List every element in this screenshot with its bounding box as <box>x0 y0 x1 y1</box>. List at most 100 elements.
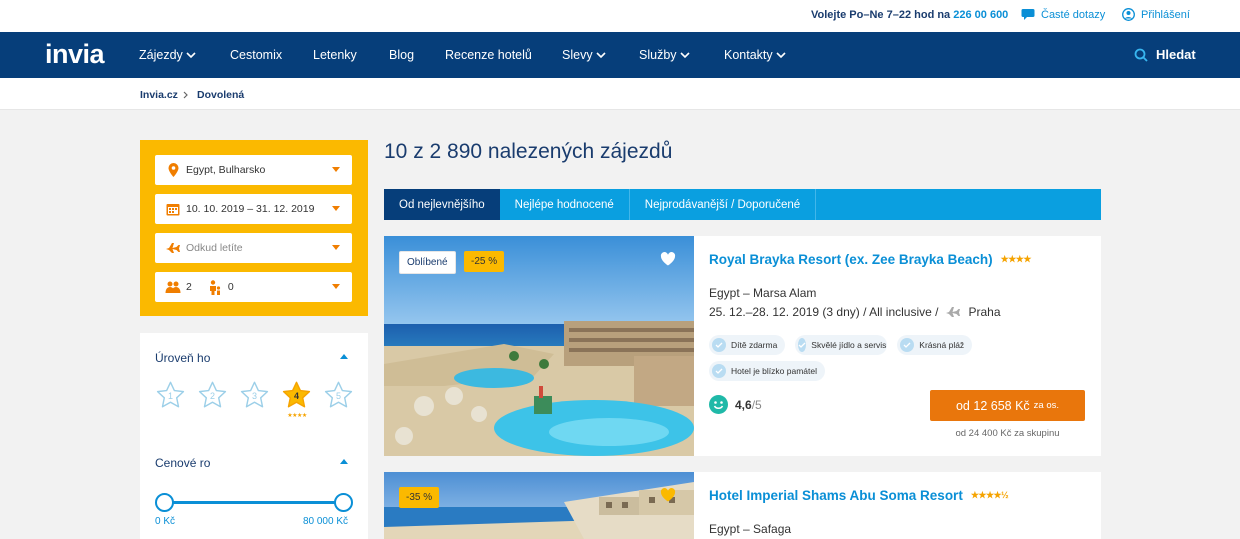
tag-label: Skvělé jídlo a servis <box>811 340 887 350</box>
nav-label: Služby <box>639 48 677 62</box>
invia-logo[interactable]: invia <box>45 39 105 70</box>
breadcrumb-current[interactable]: Dovolená <box>197 89 244 101</box>
chat-icon <box>1021 9 1035 20</box>
chevron-down-icon <box>776 51 786 58</box>
tag-item: Dítě zdarma <box>709 335 786 355</box>
discount-badge: -35 % <box>399 487 440 508</box>
rating-max: /5 <box>751 397 762 412</box>
nav-item-kontakty[interactable]: Kontakty <box>724 48 786 62</box>
hotel-level-title[interactable]: Úroveň ho <box>155 351 210 365</box>
faq-label: Časté dotazy <box>1041 8 1106 21</box>
collapse-arrow-icon[interactable] <box>340 354 348 359</box>
nav-item-blog[interactable]: Blog <box>389 48 414 62</box>
hotel-card[interactable]: -35 % Hotel Imperial Shams Abu Soma Reso… <box>384 472 1101 539</box>
tag-label: Krásná pláž <box>919 340 965 350</box>
nav-item-recenze[interactable]: Recenze hotelů <box>445 48 532 62</box>
nav-label: Zájezdy <box>139 48 183 62</box>
discount-badge: -25 % <box>464 251 505 272</box>
heart-icon[interactable] <box>660 488 676 502</box>
location-pin-icon <box>165 163 181 177</box>
group-price: od 24 400 Kč za skupinu <box>955 428 1060 439</box>
breadcrumb-home[interactable]: Invia.cz <box>140 89 178 101</box>
adults-count: 2 <box>186 281 192 293</box>
tag-item: Krásná pláž <box>897 335 973 355</box>
search-label: Hledat <box>1156 47 1196 62</box>
hotel-name-link[interactable]: Hotel Imperial Shams Abu Soma Resort ★★★… <box>709 488 1009 503</box>
smiley-icon <box>709 395 728 414</box>
caret-down-icon <box>332 245 340 250</box>
departure-airport: Praha <box>968 305 1001 319</box>
sidebar-filters: Úroveň ho 1 2 3 4 ★★★★ 5 Cenové ro 0 Kč <box>140 333 368 539</box>
star-filter-4[interactable]: 4 ★★★★ <box>281 380 312 419</box>
price-button[interactable]: od 12 658 Kč za os. <box>930 390 1085 421</box>
price-range-title[interactable]: Cenové ro <box>155 456 210 470</box>
breadcrumb: Invia.cz Dovolená <box>0 78 1240 110</box>
check-icon <box>712 338 726 352</box>
tab-best-rated[interactable]: Nejlépe hodnocené <box>500 189 630 220</box>
faq-link[interactable]: Časté dotazy <box>1021 8 1105 21</box>
price-per-person: za os. <box>1033 400 1060 411</box>
nav-item-slevy[interactable]: Slevy <box>562 48 606 62</box>
calendar-icon <box>165 202 181 216</box>
destination-select[interactable]: Egypt, Bulharsko <box>155 155 352 185</box>
search-filter-panel: Egypt, Bulharsko 10. 10. 2019 – 31. 12. … <box>140 140 368 316</box>
main-nav: invia Zájezdy Cestomix Letenky Blog Rece… <box>0 32 1240 78</box>
tag-label: Hotel je blízko památel <box>731 366 817 376</box>
nav-item-letenky[interactable]: Letenky <box>313 48 357 62</box>
popular-badge: Oblíbené <box>399 251 456 274</box>
star-filter-3[interactable]: 3 <box>239 380 270 411</box>
login-link[interactable]: Přihlášení <box>1122 8 1190 21</box>
price-min-label: 0 Kč <box>155 516 176 527</box>
nav-item-sluzby[interactable]: Služby <box>639 48 690 62</box>
travelers-select[interactable]: 2 0 <box>155 272 352 302</box>
trip-details: 25. 12.–28. 12. 2019 (3 dny) / All inclu… <box>709 305 1001 319</box>
tag-item: Hotel je blízko památel <box>709 361 825 381</box>
search-icon <box>1134 48 1148 62</box>
date-select[interactable]: 10. 10. 2019 – 31. 12. 2019 <box>155 194 352 224</box>
tab-cheapest[interactable]: Od nejlevnějšího <box>384 189 500 220</box>
nav-label: Letenky <box>313 48 357 62</box>
departure-placeholder: Odkud letíte <box>186 242 243 254</box>
price-value: od 12 658 Kč <box>955 398 1030 413</box>
star-number: 1 <box>167 391 173 401</box>
price-max-handle[interactable] <box>334 493 353 512</box>
hotel-name: Royal Brayka Resort (ex. Zee Brayka Beac… <box>709 252 993 267</box>
search-button[interactable]: Hledat <box>1134 47 1196 62</box>
hotel-name: Hotel Imperial Shams Abu Soma Resort <box>709 488 963 503</box>
children-count: 0 <box>227 281 234 293</box>
nav-item-zajezdy[interactable]: Zájezdy <box>139 48 196 62</box>
chevron-down-icon <box>186 51 196 58</box>
hotel-photo[interactable]: Oblíbené -25 % <box>384 236 694 456</box>
star-filter-5[interactable]: 5 <box>323 380 354 411</box>
phone-link[interactable]: 226 00 600 <box>953 9 1008 21</box>
sort-tabs: Od nejlevnějšího Nejlépe hodnocené Nejpr… <box>384 189 1101 220</box>
star-number: 2 <box>209 391 215 401</box>
hotel-name-link[interactable]: Royal Brayka Resort (ex. Zee Brayka Beac… <box>709 252 1031 267</box>
nav-label: Kontakty <box>724 48 773 62</box>
adults-icon <box>165 281 181 294</box>
hotel-stars-icon: ★★★★ <box>1000 254 1032 264</box>
hotel-photo[interactable]: -35 % <box>384 472 694 539</box>
hotel-stars-icon: ★★★★½ <box>970 490 1009 500</box>
star-number: 4 <box>293 391 299 401</box>
star-filter-2[interactable]: 2 <box>197 380 228 411</box>
call-label: Volejte Po–Ne 7–22 hod na <box>811 9 951 21</box>
tab-best-selling[interactable]: Nejprodávanější / Doporučené <box>630 189 817 220</box>
departure-select[interactable]: Odkud letíte <box>155 233 352 263</box>
price-slider[interactable] <box>155 493 353 513</box>
star-filter-1[interactable]: 1 <box>155 380 186 411</box>
collapse-arrow-icon[interactable] <box>340 459 348 464</box>
nav-item-cestomix[interactable]: Cestomix <box>230 48 282 62</box>
call-info: Volejte Po–Ne 7–22 hod na 226 00 600 <box>811 9 1008 21</box>
mini-stars-icon: ★★★★ <box>287 413 307 419</box>
price-min-handle[interactable] <box>155 493 174 512</box>
check-icon <box>712 364 726 378</box>
heart-icon[interactable] <box>660 252 676 266</box>
destination-value: Egypt, Bulharsko <box>186 164 266 176</box>
hotel-card[interactable]: Oblíbené -25 % Royal Brayka Resort (ex. … <box>384 236 1101 456</box>
price-slider-track <box>164 501 344 504</box>
results-title: 10 z 2 890 nalezených zájezdů <box>384 140 673 163</box>
nav-label: Slevy <box>562 48 593 62</box>
tag-label: Dítě zdarma <box>731 340 778 350</box>
price-max-label: 80 000 Kč <box>302 516 348 527</box>
